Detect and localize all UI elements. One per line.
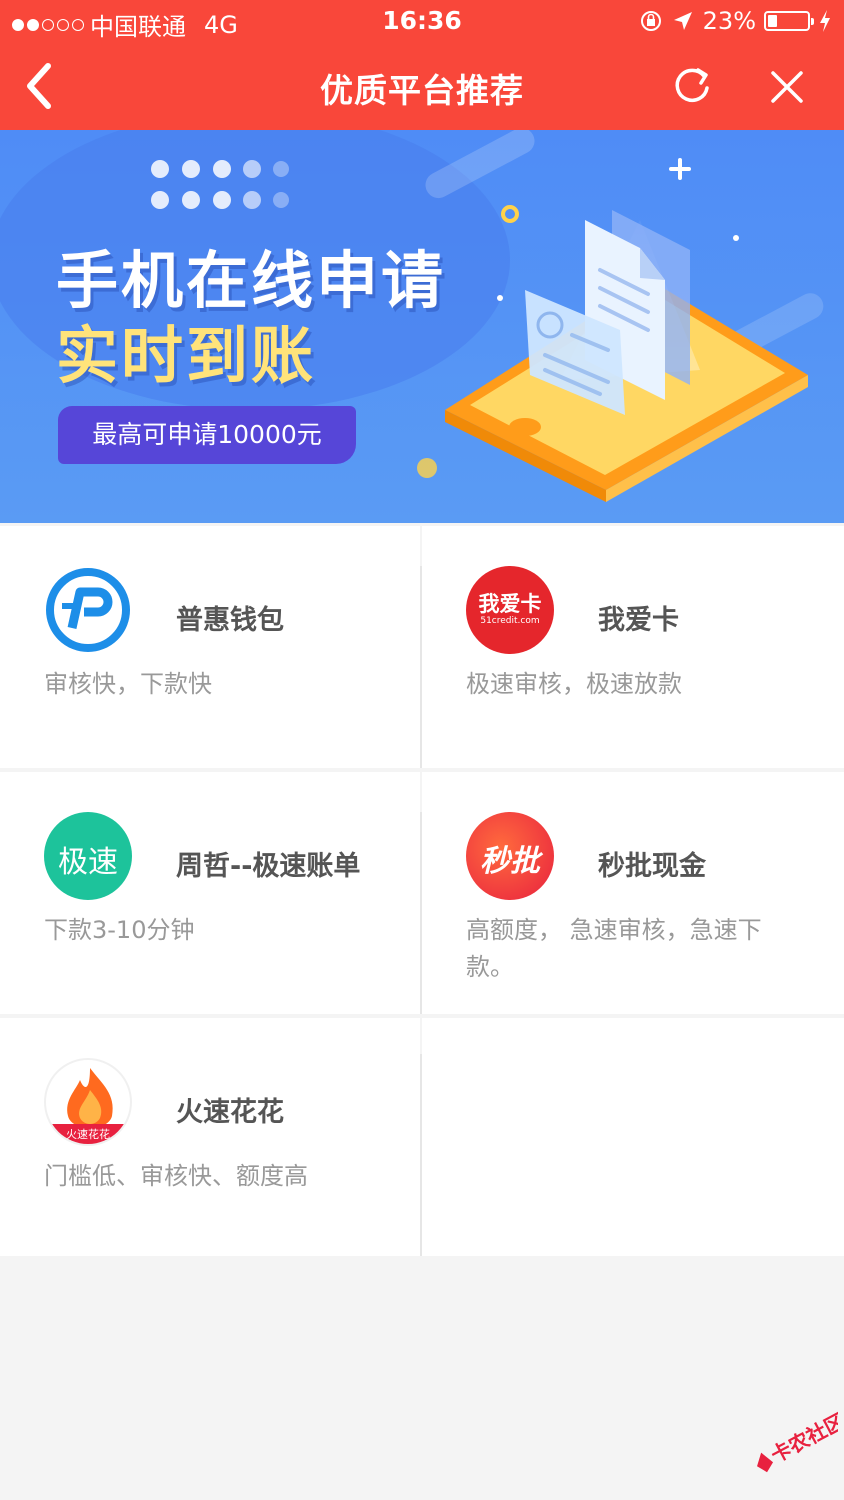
banner-amount-pill: 最高可申请10000元: [58, 406, 356, 464]
51credit-logo-icon: 我爱卡 51credit.com: [466, 566, 554, 654]
column-divider: [420, 1054, 422, 1256]
huosu-logo-text: 火速花花: [66, 1128, 110, 1141]
huosu-logo-icon: 火速花花: [44, 1058, 132, 1146]
close-icon: [771, 71, 803, 103]
location-icon: [673, 12, 692, 30]
51credit-logo-text: 我爱卡: [478, 592, 542, 616]
column-divider: [420, 566, 422, 768]
platform-name: 周哲--极速账单: [176, 851, 361, 882]
watermark-icon: 卡农社区: [757, 1409, 844, 1473]
refresh-icon: [675, 68, 709, 103]
platform-desc: 极速审核，极速放款: [466, 670, 682, 698]
platform-desc: 审核快，下款快: [44, 670, 212, 698]
platform-card-miaopi[interactable]: 秒批 秒批现金 高额度， 急速审核，急速下款。: [422, 772, 844, 1014]
page-title: 优质平台推荐: [320, 71, 524, 110]
charging-icon: [820, 10, 830, 32]
battery-icon: [764, 11, 814, 31]
promo-banner[interactable]: 手机在线申请 实时到账 最高可申请10000元: [0, 130, 844, 523]
platform-desc: 下款3-10分钟: [44, 916, 195, 944]
close-button[interactable]: [762, 62, 812, 112]
platform-card-jisu[interactable]: 极速 周哲--极速账单 下款3-10分钟: [0, 772, 420, 1014]
51credit-logo-sub: 51credit.com: [480, 616, 540, 626]
jisu-logo-text: 极速: [58, 845, 118, 880]
miaopi-logo-icon: 秒批: [466, 812, 554, 900]
platform-card-huosu[interactable]: 火速花花 火速花花 门槛低、审核快、额度高: [0, 1018, 420, 1256]
miaopi-logo-text: 秒批: [480, 844, 540, 879]
battery-percent: 23%: [702, 7, 756, 35]
jisu-logo-icon: 极速: [44, 812, 132, 900]
banner-subheadline: 实时到账: [56, 319, 317, 392]
column-divider: [420, 812, 422, 1014]
platform-card-51credit[interactable]: 我爱卡 51credit.com 我爱卡 极速审核，极速放款: [422, 526, 844, 768]
status-right: 23%: [639, 7, 832, 35]
watermark-logo: 卡农社区: [742, 1408, 844, 1478]
puhui-logo-icon: [44, 566, 132, 654]
platform-card-puhui[interactable]: 普惠钱包 审核快，下款快: [0, 526, 420, 768]
platform-name: 普惠钱包: [176, 605, 284, 636]
platform-desc: 门槛低、审核快、额度高: [44, 1162, 308, 1190]
status-bar: 中国联通 4G 16:36 23%: [0, 0, 844, 44]
platform-desc: 高额度， 急速审核，急速下款。: [466, 916, 762, 981]
platform-name: 我爱卡: [598, 605, 679, 636]
platform-name: 火速花花: [176, 1097, 284, 1128]
refresh-button[interactable]: [668, 62, 716, 110]
orientation-lock-icon: [640, 11, 661, 31]
platform-card-empty: [422, 1018, 844, 1256]
watermark-text: 卡农社区: [767, 1409, 838, 1468]
top-bar: 中国联通 4G 16:36 23% 优质平台推荐: [0, 0, 844, 130]
platform-name: 秒批现金: [598, 851, 706, 882]
